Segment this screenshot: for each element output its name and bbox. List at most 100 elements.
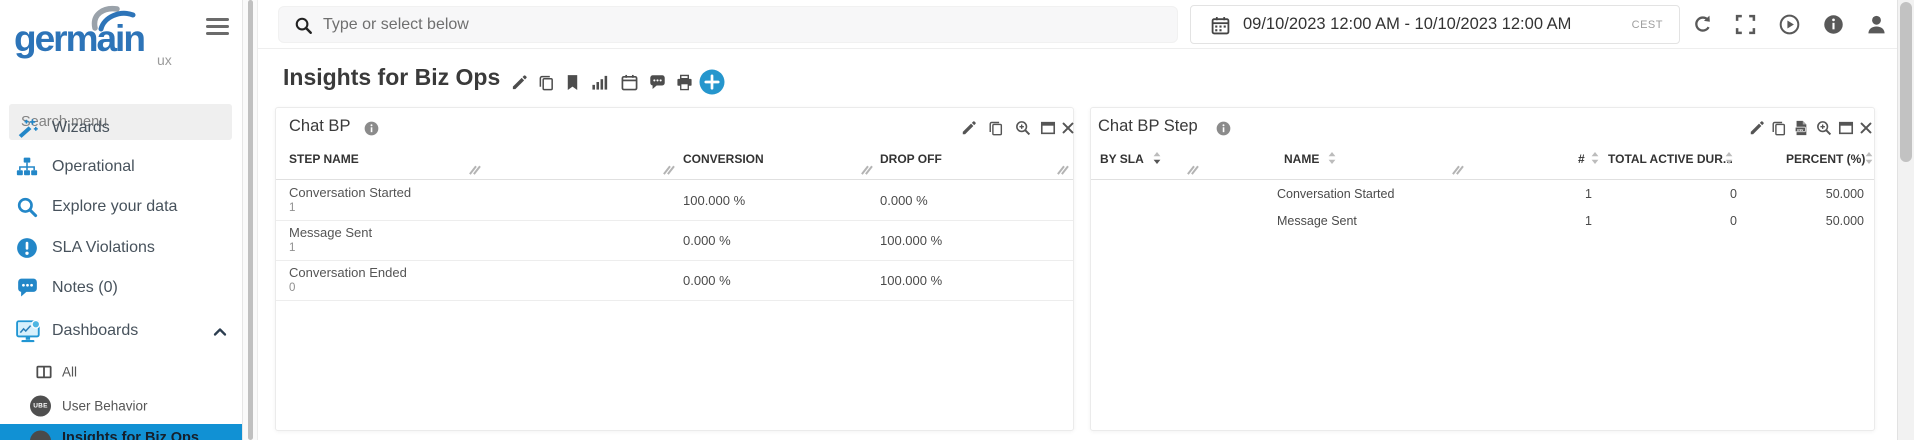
step-name: Message Sent [1277, 214, 1357, 228]
step-count: 1 [289, 202, 295, 214]
wand-icon [16, 117, 38, 139]
sidebar-item-notes[interactable]: Notes (0) [0, 268, 242, 308]
copy-icon[interactable] [988, 120, 1004, 136]
column-header-count[interactable]: # [1578, 152, 1585, 166]
column-resize-handle[interactable] [862, 165, 872, 175]
brand-name: germain [14, 18, 144, 60]
close-icon[interactable] [1858, 120, 1874, 136]
step-bar [488, 267, 665, 283]
column-header-drop-off[interactable]: DROP OFF [880, 152, 942, 166]
copy-icon[interactable] [1771, 120, 1787, 136]
page-scrollbar [1897, 0, 1914, 440]
sidebar-item-label: Wizards [52, 119, 110, 137]
table-row[interactable]: Conversation Ended 0 0.000 % 100.000 % [276, 261, 1073, 301]
search-icon [294, 16, 313, 35]
date-range-picker[interactable]: 09/10/2023 12:00 AM - 10/10/2023 12:00 A… [1190, 5, 1680, 44]
brand-logo[interactable]: germain ux [14, 8, 214, 68]
page-scrollbar-thumb[interactable] [1900, 2, 1912, 162]
user-icon[interactable] [1866, 14, 1887, 35]
table-header-underline [276, 149, 1073, 180]
bookmark-icon[interactable] [564, 74, 581, 91]
zoom-in-icon[interactable] [1015, 120, 1031, 136]
close-icon[interactable] [1060, 120, 1076, 136]
sort-icon[interactable] [1590, 151, 1600, 165]
window-icon[interactable] [1838, 120, 1854, 136]
chart-bars-icon[interactable] [591, 74, 608, 91]
column-header-total-active-dur[interactable]: TOTAL ACTIVE DUR... [1608, 152, 1733, 166]
conversion-value: 0.000 % [683, 273, 731, 288]
step-count: 1 [289, 242, 295, 254]
sidebar-item-label: Operational [52, 158, 135, 176]
print-icon[interactable] [676, 74, 693, 91]
table-header-underline [1091, 149, 1874, 180]
sidebar-subitem-user-behavior[interactable]: UBE User Behavior [0, 390, 242, 422]
column-header-step-name[interactable]: STEP NAME [289, 152, 359, 166]
ube-badge: UBE [30, 396, 51, 417]
sidebar-item-explore-your-data[interactable]: Explore your data [0, 187, 242, 227]
hamburger-menu-icon[interactable] [206, 18, 229, 39]
column-resize-handle[interactable] [1453, 165, 1463, 175]
step-name: Conversation Started [1277, 187, 1394, 201]
calendar-icon[interactable] [621, 74, 638, 91]
count-value: 1 [1560, 214, 1592, 228]
percent-value: 50.000 [1780, 214, 1864, 228]
sidebar-item-label: Explore your data [52, 198, 177, 216]
columns-icon [36, 364, 52, 380]
sidebar-item-operational[interactable]: Operational [0, 147, 242, 187]
sidebar-item-label: SLA Violations [52, 239, 155, 257]
drop-off-value: 100.000 % [880, 233, 942, 248]
edit-icon[interactable] [961, 120, 977, 136]
sidebar-subitem-all[interactable]: All [0, 356, 242, 388]
global-search-input[interactable] [323, 7, 1163, 42]
column-header-name[interactable]: NAME [1284, 152, 1319, 166]
sort-icon-active[interactable] [1152, 151, 1162, 165]
table-row[interactable]: Message Sent 1 0 50.000 [1091, 208, 1874, 235]
total-active-dur-value: 0 [1690, 187, 1737, 201]
refresh-icon[interactable] [1692, 14, 1713, 35]
sidebar-item-dashboards[interactable]: Dashboards [0, 311, 242, 351]
step-name: Conversation Started [289, 185, 411, 200]
sort-icon[interactable] [1724, 151, 1734, 165]
percent-value: 50.000 [1780, 187, 1864, 201]
sort-icon[interactable] [1864, 151, 1874, 165]
step-bar [488, 187, 665, 203]
edit-icon[interactable] [511, 74, 528, 91]
table-row[interactable]: Conversation Started 1 0 50.000 [1091, 181, 1874, 208]
sitemap-icon [16, 156, 38, 178]
column-header-percent[interactable]: PERCENT (%) [1786, 152, 1865, 166]
zoom-in-icon[interactable] [1816, 120, 1832, 136]
page-title: Insights for Biz Ops [283, 64, 500, 91]
column-resize-handle[interactable] [470, 165, 480, 175]
add-circle-icon[interactable] [699, 69, 725, 95]
fullscreen-icon[interactable] [1735, 14, 1756, 35]
column-resize-handle[interactable] [1188, 165, 1198, 175]
column-resize-handle[interactable] [1058, 165, 1068, 175]
comment-icon[interactable] [649, 74, 666, 91]
info-circle-icon[interactable] [1823, 14, 1844, 35]
info-icon[interactable] [1216, 121, 1231, 136]
edit-icon[interactable] [1749, 120, 1765, 136]
sidebar-subitem-label: All [62, 365, 77, 380]
sidebar-item-wizards[interactable]: Wizards [0, 108, 242, 148]
dashboard-badge [30, 431, 51, 440]
csv-export-icon[interactable]: csv [1793, 120, 1809, 136]
chevron-up-icon[interactable] [212, 324, 228, 340]
panel-title: Chat BP Step [1098, 117, 1198, 136]
total-active-dur-value: 0 [1690, 214, 1737, 228]
table-row[interactable]: Message Sent 1 0.000 % 100.000 % [276, 221, 1073, 261]
sort-icon[interactable] [1327, 151, 1337, 165]
brand-suffix: ux [157, 52, 172, 68]
sidebar-item-sla-violations[interactable]: SLA Violations [0, 228, 242, 268]
table-row[interactable]: Conversation Started 1 100.000 % 0.000 % [276, 181, 1073, 221]
info-icon[interactable] [364, 121, 379, 136]
sidebar-scrollbar-thumb[interactable] [248, 0, 253, 440]
column-header-by-sla[interactable]: BY SLA [1100, 152, 1144, 166]
panel-title: Chat BP [289, 117, 350, 136]
window-icon[interactable] [1040, 120, 1056, 136]
drop-off-value: 0.000 % [880, 193, 928, 208]
play-circle-icon[interactable] [1779, 14, 1800, 35]
copy-icon[interactable] [538, 74, 555, 91]
column-resize-handle[interactable] [664, 165, 674, 175]
sidebar-subitem-insights-for-biz-ops-active[interactable]: Insights for Biz Ops [0, 424, 242, 440]
column-header-conversion[interactable]: CONVERSION [683, 152, 764, 166]
